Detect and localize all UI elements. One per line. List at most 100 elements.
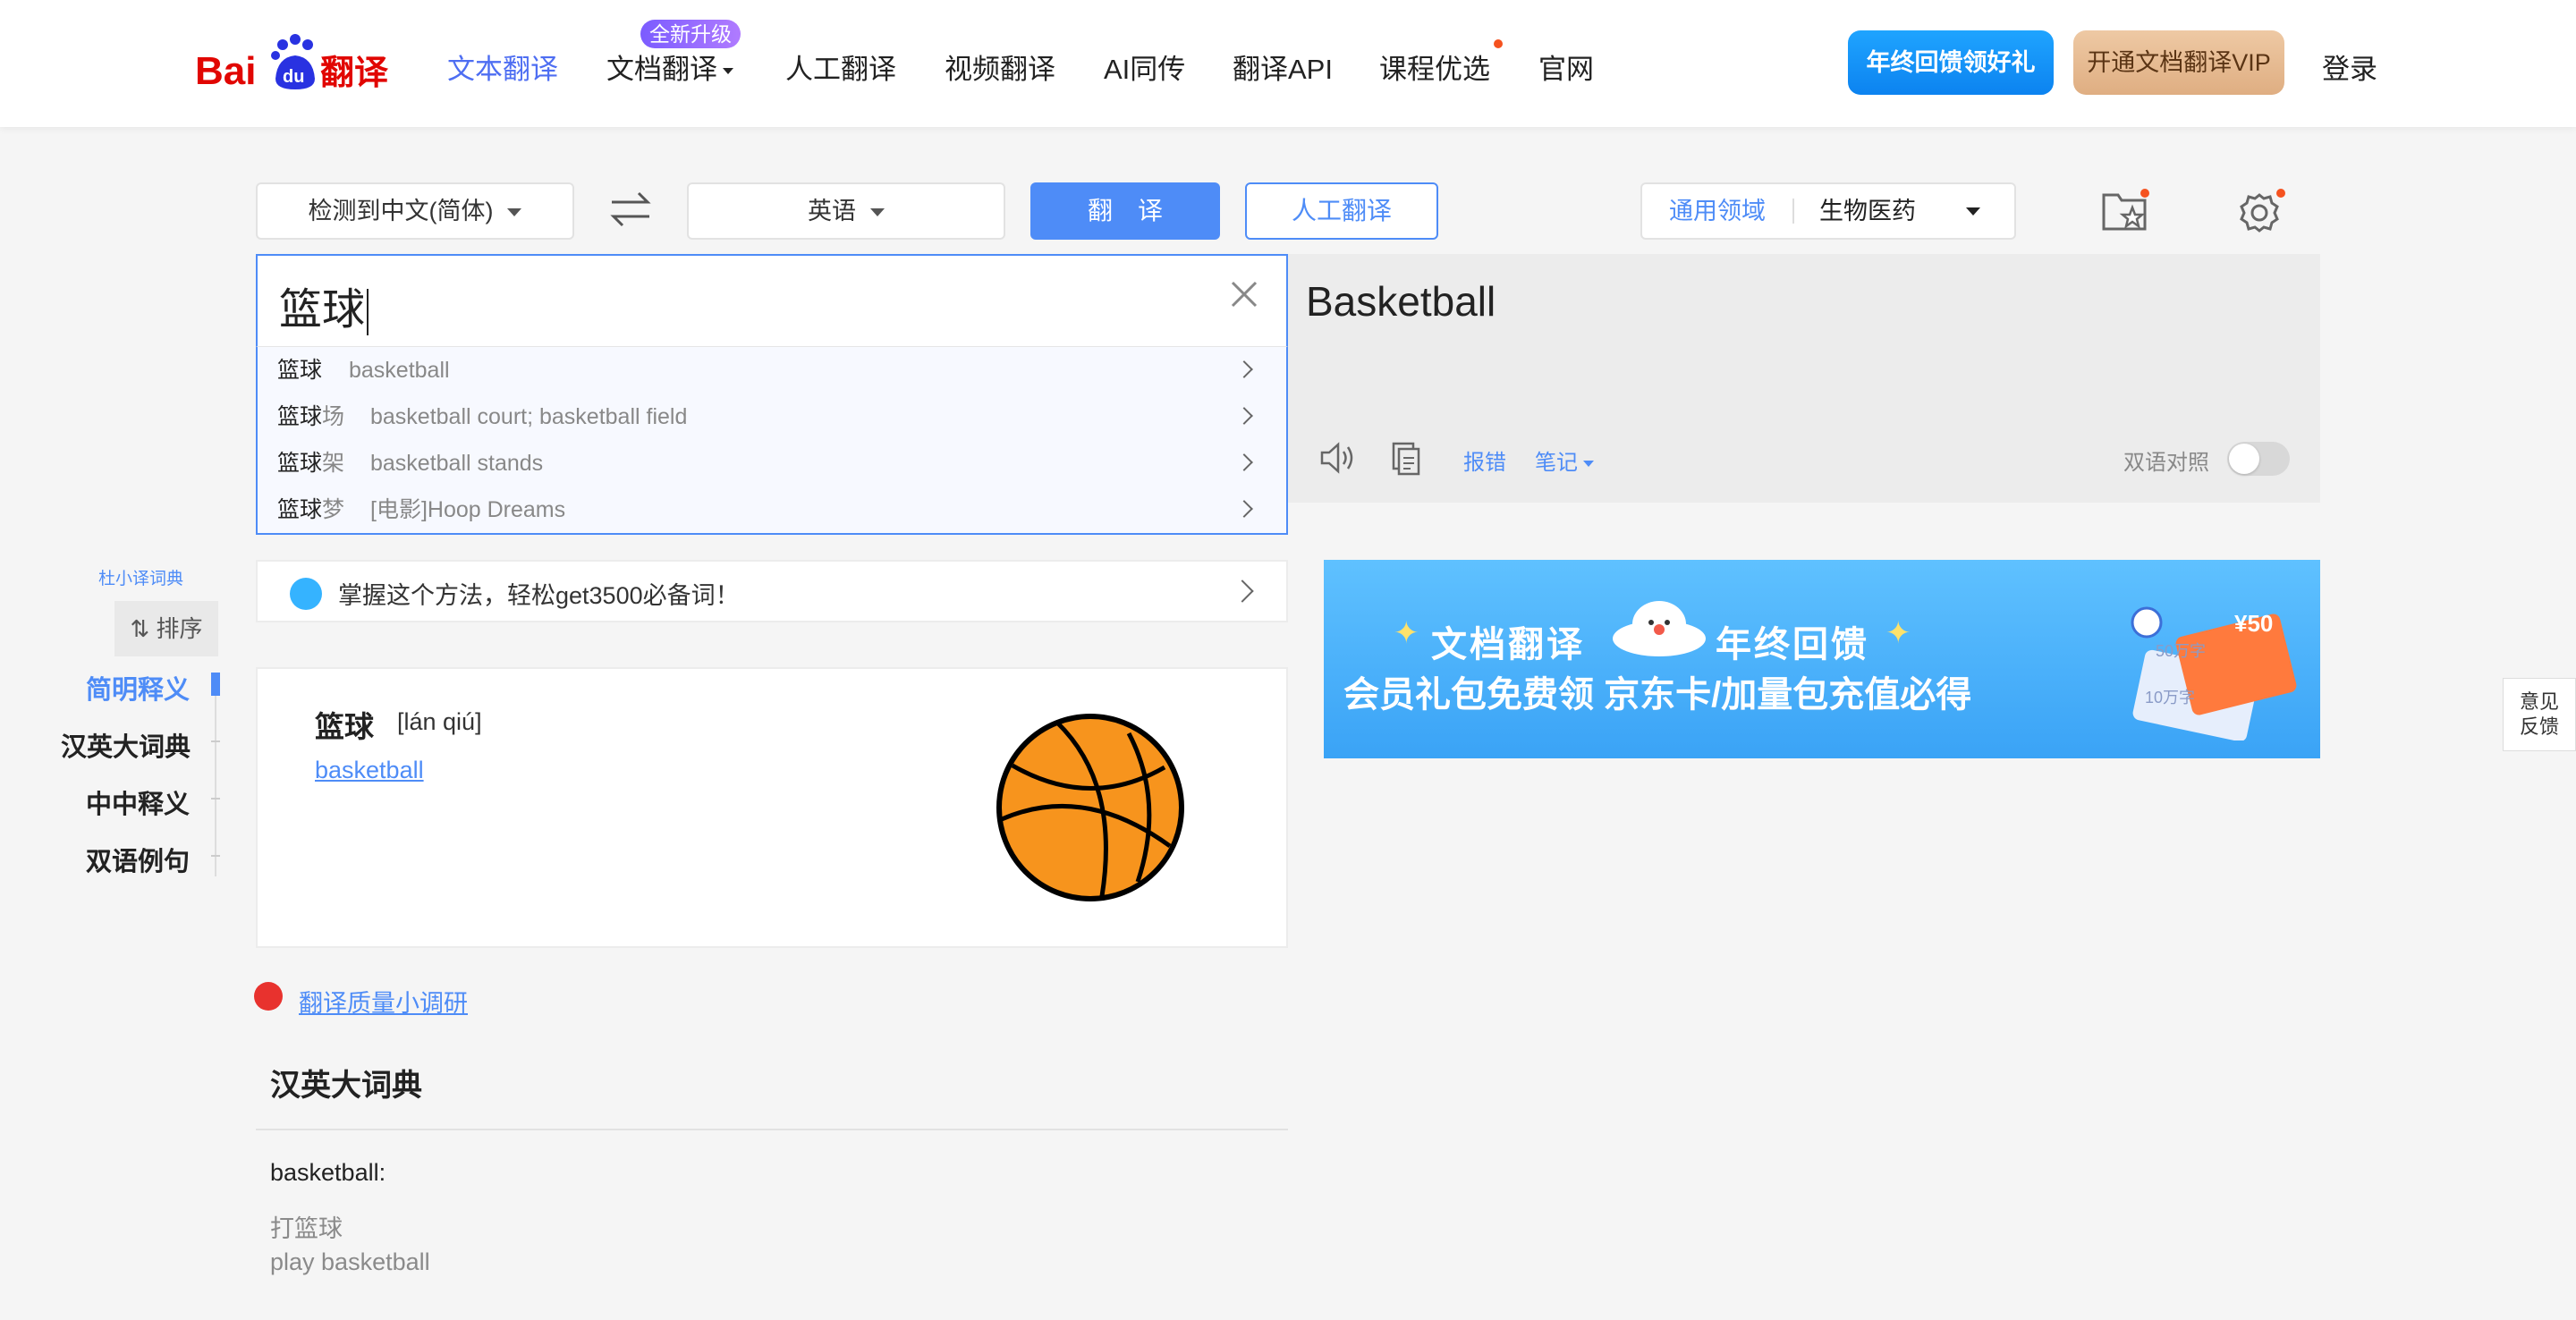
nav-translate-api[interactable]: 翻译API — [1233, 47, 1333, 87]
year-end-gift-button[interactable]: 年终回馈领好礼 — [1848, 30, 2054, 95]
suggestion-dropdown: 篮球 basketball 篮球场 basketball court; bask… — [256, 347, 1288, 535]
settings-gear-icon[interactable] — [2236, 188, 2286, 234]
doc-vip-button[interactable]: 开通文档翻译VIP — [2073, 30, 2284, 95]
notes-dropdown[interactable]: 笔记 — [1535, 444, 1594, 476]
source-text-content: 篮球 — [279, 286, 366, 334]
bilingual-toggle[interactable] — [2227, 442, 2290, 476]
sidebar-tick — [211, 798, 220, 800]
clear-input-icon[interactable] — [1229, 279, 1259, 309]
sort-label: 排序 — [156, 615, 203, 642]
bilingual-label: 双语对照 — [2123, 451, 2209, 475]
section-title: 汉英大词典 — [270, 1069, 422, 1103]
nav-human-translate[interactable]: 人工翻译 — [785, 47, 896, 87]
feedback-label-1: 意见 — [2519, 690, 2559, 713]
sidebar-item-concise[interactable]: 简明释义 — [86, 669, 190, 707]
sidebar-item-cn-en-dict[interactable]: 汉英大词典 — [61, 726, 191, 764]
ad-banner[interactable]: ✦ 文档翻译 年终回馈 ✦ 会员礼包免费领 京东卡/加量包充值必得 ¥50 50… — [1324, 560, 2320, 758]
source-text-input[interactable]: 篮球 — [256, 254, 1288, 347]
sparkle-icon: ✦ — [1885, 616, 1911, 650]
source-language-select[interactable]: 检测到中文(简体) — [256, 182, 574, 240]
domain-value: 生物医药 — [1819, 198, 1916, 224]
sidebar-item-cn-cn[interactable]: 中中释义 — [86, 783, 190, 821]
target-language-select[interactable]: 英语 — [687, 182, 1005, 240]
fire-icon — [254, 982, 283, 1011]
ad-title-right: 年终回馈 — [1716, 625, 1869, 664]
domain-divider — [1792, 199, 1794, 224]
nav-doc-translate[interactable]: 文档翻译 — [606, 47, 733, 87]
coupon-value: ¥50 — [2234, 610, 2274, 637]
swap-languages-icon[interactable] — [608, 190, 653, 229]
suggestion-definition: [电影]Hoop Dreams — [370, 497, 566, 522]
promo-icon — [290, 578, 322, 610]
chevron-down-icon — [723, 68, 733, 75]
basketball-image — [996, 714, 1184, 901]
nav-doc-label: 文档翻译 — [606, 54, 717, 85]
svg-text:du: du — [283, 67, 304, 87]
svg-text:Bai: Bai — [195, 49, 256, 93]
dict-pinyin: [lán qiú] — [397, 708, 482, 735]
login-link[interactable]: 登录 — [2322, 47, 2377, 87]
sidebar-active-marker — [211, 673, 220, 696]
suggestion-item[interactable]: 篮球 basketball — [277, 347, 1270, 393]
report-error-link[interactable]: 报错 — [1463, 444, 1506, 476]
suggestion-item[interactable]: 篮球场 basketball court; basketball field — [277, 393, 1270, 440]
chevron-down-icon — [507, 208, 522, 217]
chevron-right-icon — [1231, 580, 1254, 603]
nav-courses[interactable]: 课程优选 — [1379, 47, 1490, 87]
suggestion-definition: basketball stands — [370, 451, 544, 476]
chevron-down-icon — [1583, 461, 1594, 468]
copy-icon[interactable] — [1388, 440, 1424, 476]
suggestion-word: 篮球场 — [277, 404, 345, 429]
chevron-right-icon — [1235, 407, 1253, 425]
domain-select[interactable]: 通用领域 生物医药 — [1640, 182, 2016, 240]
source-language-label: 检测到中文(简体) — [308, 198, 494, 224]
speaker-icon[interactable] — [1318, 440, 1358, 476]
sidebar-tick — [211, 740, 220, 742]
ad-subtitle: 会员礼包免费领 京东卡/加量包充值必得 — [1343, 675, 1972, 715]
translation-result: Basketball — [1306, 278, 1496, 325]
new-upgrade-badge: 全新升级 — [640, 20, 741, 48]
source-text-value[interactable]: 篮球 — [279, 274, 369, 336]
promo-text: 掌握这个方法，轻松get3500必备词！ — [338, 582, 740, 609]
mascot-icon — [1613, 601, 1706, 656]
suggestion-word: 篮球 — [277, 358, 323, 383]
chevron-down-icon — [1966, 207, 1980, 216]
nav-ai-interpret[interactable]: AI同传 — [1104, 47, 1185, 87]
coupon-graphic — [2131, 606, 2297, 740]
suggestion-item[interactable]: 篮球梦 [电影]Hoop Dreams — [277, 487, 1270, 533]
dict-brand-label: 杜小译词典 — [98, 570, 184, 588]
sparkle-icon: ✦ — [1394, 616, 1419, 650]
chevron-right-icon — [1235, 360, 1253, 378]
favorites-icon[interactable] — [2100, 188, 2150, 234]
human-translate-button[interactable]: 人工翻译 — [1245, 182, 1438, 240]
baidu-translate-logo[interactable]: Bai du 翻译 — [195, 32, 395, 97]
vocab-promo-bar[interactable]: 掌握这个方法，轻松get3500必备词！ — [256, 560, 1288, 622]
chevron-right-icon — [1235, 500, 1253, 518]
feedback-button[interactable]: 意见 反馈 — [2503, 678, 2576, 751]
example-chinese: 打篮球 — [270, 1215, 343, 1242]
target-language-label: 英语 — [808, 198, 856, 224]
ticket-label-small: 10万字 — [2145, 689, 2196, 707]
sort-button[interactable]: ⇅ 排序 — [114, 601, 218, 656]
suggestion-word: 篮球架 — [277, 451, 345, 476]
sidebar-track — [215, 676, 216, 876]
section-divider — [256, 1129, 1288, 1130]
suggestion-definition: basketball — [349, 358, 450, 383]
nav-text-translate[interactable]: 文本翻译 — [447, 47, 558, 87]
example-english: play basketball — [270, 1248, 430, 1275]
dict-translation-link[interactable]: basketball — [315, 757, 424, 784]
top-header: Bai du 翻译 文本翻译 全新升级 文档翻译 人工翻译 视频翻译 AI同传 … — [0, 0, 2576, 127]
text-cursor — [367, 289, 369, 336]
chevron-right-icon — [1235, 453, 1253, 471]
suggestion-word: 篮球梦 — [277, 497, 345, 522]
quality-survey-link[interactable]: 翻译质量小调研 — [299, 984, 468, 1019]
nav-video-translate[interactable]: 视频翻译 — [945, 47, 1055, 87]
sidebar-item-examples[interactable]: 双语例句 — [86, 841, 190, 878]
sidebar-tick — [211, 855, 220, 857]
dictionary-card: 篮球 [lán qiú] basketball — [256, 667, 1288, 948]
nav-official-site[interactable]: 官网 — [1538, 47, 1594, 87]
example-headword: basketball: — [270, 1159, 386, 1186]
suggestion-item[interactable]: 篮球架 basketball stands — [277, 440, 1270, 487]
translate-button[interactable]: 翻译 — [1030, 182, 1220, 240]
suggestion-definition: basketball court; basketball field — [370, 404, 688, 429]
